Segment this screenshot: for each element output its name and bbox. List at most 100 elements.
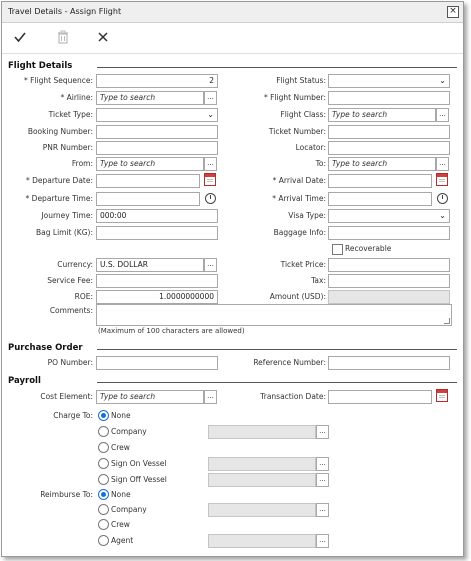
charge-to-none-radio[interactable] xyxy=(98,410,109,421)
to-label: To: xyxy=(315,159,326,168)
flight-sequence-label: * Flight Sequence: xyxy=(24,76,93,85)
service-fee-input[interactable] xyxy=(96,274,218,288)
roe-input[interactable]: 1.0000000000 xyxy=(96,290,218,304)
arrival-time-input[interactable] xyxy=(328,192,432,206)
transaction-date-input[interactable] xyxy=(328,390,432,404)
amount-usd-input xyxy=(328,290,450,304)
x-icon[interactable] xyxy=(95,29,111,45)
charge-to-sign-on-vessel-radio[interactable] xyxy=(98,458,109,469)
journey-time-input[interactable]: 000:00 xyxy=(96,209,218,223)
section-flight-details: Flight Details xyxy=(8,61,73,71)
airline-label: * Airline: xyxy=(60,93,94,102)
reimburse-to-company-input xyxy=(208,503,316,517)
flight-status-select[interactable]: ⌄ xyxy=(328,74,450,88)
reimburse-to-agent-radio[interactable] xyxy=(98,535,109,546)
reimburse-to-company-radio[interactable] xyxy=(98,504,109,515)
ticket-type-select[interactable]: ⌄ xyxy=(96,108,218,122)
bag-limit-input[interactable] xyxy=(96,226,218,240)
radio-label: Crew xyxy=(111,443,130,452)
close-icon[interactable]: × xyxy=(447,6,459,18)
recoverable-label: Recoverable xyxy=(345,244,392,253)
section-purchase-order: Purchase Order xyxy=(8,343,83,353)
po-number-input[interactable] xyxy=(96,356,218,370)
charge-to-sign-off-vessel-radio[interactable] xyxy=(98,474,109,485)
comments-limit-note: (Maximum of 100 characters are allowed) xyxy=(98,327,245,335)
flight-class-label: Flight Class: xyxy=(280,110,326,119)
visa-type-select[interactable]: ⌄ xyxy=(328,209,450,223)
departure-date-input[interactable] xyxy=(96,174,200,188)
from-lookup-button[interactable]: ... xyxy=(204,157,217,171)
ticket-price-input[interactable] xyxy=(328,258,450,272)
reimburse-to-none-radio[interactable] xyxy=(98,489,109,500)
reimburse-to-agent-lookup-button[interactable]: ... xyxy=(316,534,329,548)
radio-label: Company xyxy=(111,427,147,436)
flight-class-input[interactable]: Type to search xyxy=(328,108,436,122)
from-label: From: xyxy=(71,159,93,168)
calendar-icon[interactable] xyxy=(204,173,216,186)
radio-label: Agent xyxy=(111,536,134,545)
ticket-number-input[interactable] xyxy=(328,125,450,139)
charge-to-crew-radio[interactable] xyxy=(98,442,109,453)
clock-icon[interactable] xyxy=(205,193,216,204)
visa-type-label: Visa Type: xyxy=(288,211,326,220)
reimburse-to-crew-radio[interactable] xyxy=(98,519,109,530)
from-input[interactable]: Type to search xyxy=(96,157,204,171)
currency-input[interactable]: U.S. DOLLAR xyxy=(96,258,204,272)
radio-label: Company xyxy=(111,505,147,514)
booking-number-input[interactable] xyxy=(96,125,218,139)
clock-icon[interactable] xyxy=(437,193,448,204)
departure-time-input[interactable] xyxy=(96,192,200,206)
locator-input[interactable] xyxy=(328,141,450,155)
charge-to-company-lookup-button[interactable]: ... xyxy=(316,425,329,439)
tax-input[interactable] xyxy=(328,274,450,288)
transaction-date-label: Transaction Date: xyxy=(260,392,326,401)
cost-element-label: Cost Element: xyxy=(40,392,93,401)
trash-icon xyxy=(55,29,71,45)
locator-label: Locator: xyxy=(295,143,326,152)
resize-grip-icon[interactable] xyxy=(444,318,450,324)
baggage-info-input[interactable] xyxy=(328,226,450,240)
to-lookup-button[interactable]: ... xyxy=(436,157,449,171)
currency-lookup-button[interactable]: ... xyxy=(204,258,217,272)
flight-class-lookup-button[interactable]: ... xyxy=(436,108,449,122)
reference-number-input[interactable] xyxy=(328,356,450,370)
dialog-title: Travel Details - Assign Flight xyxy=(8,7,122,16)
airline-lookup-button[interactable]: ... xyxy=(204,91,217,105)
airline-input[interactable]: Type to search xyxy=(96,91,204,105)
section-divider xyxy=(97,67,457,68)
radio-label: None xyxy=(111,411,131,420)
sign-off-vessel-lookup-button[interactable]: ... xyxy=(316,473,329,487)
charge-to-company-radio[interactable] xyxy=(98,426,109,437)
departure-time-label: * Departure Time: xyxy=(25,194,93,203)
journey-time-label: Journey Time: xyxy=(41,211,93,220)
to-input[interactable]: Type to search xyxy=(328,157,436,171)
calendar-icon[interactable] xyxy=(436,173,448,186)
recoverable-checkbox[interactable] xyxy=(332,244,343,255)
travel-details-dialog: Travel Details - Assign Flight × Flight … xyxy=(1,1,464,557)
charge-to-company-input xyxy=(208,425,316,439)
amount-usd-label: Amount (USD): xyxy=(269,292,326,301)
flight-sequence-input[interactable]: 2 xyxy=(96,74,218,88)
arrival-date-input[interactable] xyxy=(328,174,432,188)
arrival-time-label: * Arrival Time: xyxy=(272,194,326,203)
cost-element-input[interactable]: Type to search xyxy=(96,390,204,404)
toolbar xyxy=(2,23,463,54)
check-icon[interactable] xyxy=(12,29,28,45)
chevron-down-icon: ⌄ xyxy=(207,110,214,119)
cost-element-lookup-button[interactable]: ... xyxy=(204,390,217,404)
reference-number-label: Reference Number: xyxy=(253,358,326,367)
currency-label: Currency: xyxy=(57,260,93,269)
section-divider xyxy=(97,382,457,383)
reimburse-to-company-lookup-button[interactable]: ... xyxy=(316,503,329,517)
pnr-number-input[interactable] xyxy=(96,141,218,155)
sign-on-vessel-lookup-button[interactable]: ... xyxy=(316,457,329,471)
comments-textarea[interactable] xyxy=(96,304,452,326)
radio-label: Crew xyxy=(111,520,130,529)
section-payroll: Payroll xyxy=(8,376,41,386)
roe-label: ROE: xyxy=(74,292,93,301)
radio-label: Sign Off Vessel xyxy=(111,475,167,484)
sign-off-vessel-input xyxy=(208,473,316,487)
calendar-icon[interactable] xyxy=(436,389,448,402)
ticket-number-label: Ticket Number: xyxy=(268,127,326,136)
flight-number-input[interactable] xyxy=(328,91,450,105)
